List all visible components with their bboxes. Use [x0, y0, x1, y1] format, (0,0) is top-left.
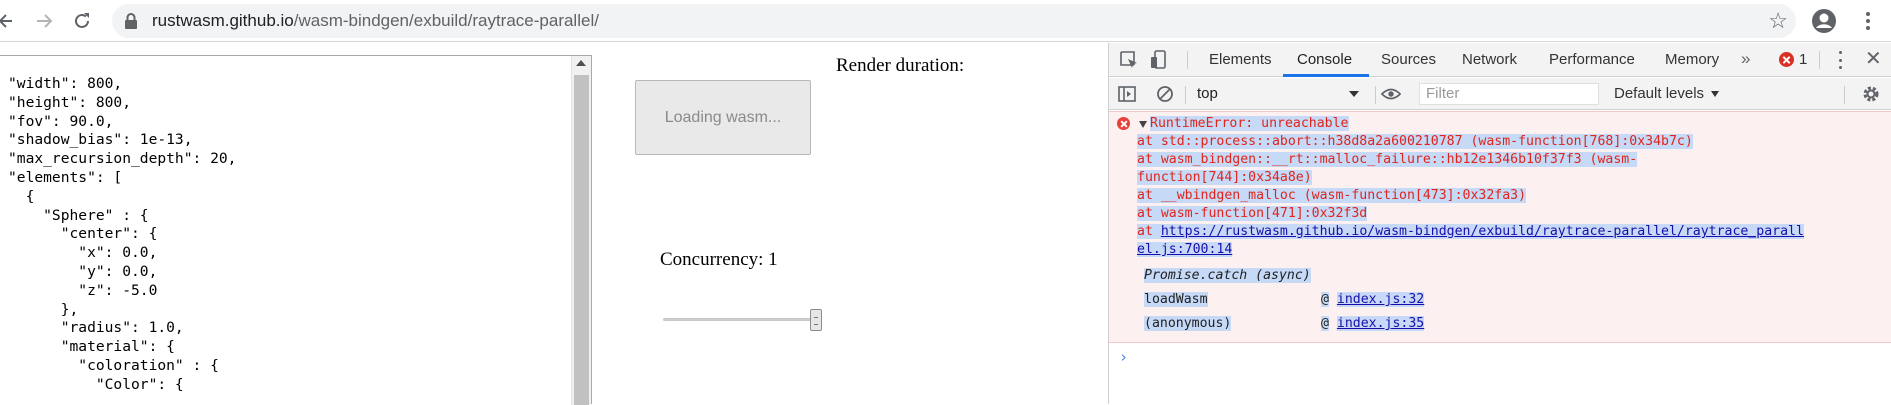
frame-fn: loadWasm [1144, 291, 1208, 309]
scroll-up-arrow-icon[interactable] [576, 60, 586, 66]
stack-line-text: at wasm-function[471]:0x32f3d [1137, 206, 1368, 221]
log-levels-dropdown[interactable]: Default levels [1614, 84, 1704, 104]
url-path: /wasm-bindgen/exbuild/raytrace-parallel/ [293, 11, 599, 30]
frame-at-text: @ [1321, 292, 1329, 307]
console-toolbar: top Filter Default levels [1109, 78, 1891, 110]
concurrency-label: Concurrency: 1 [660, 249, 778, 270]
tab-console[interactable]: Console [1297, 43, 1352, 77]
async-label: Promise.catch (async) [1144, 267, 1311, 285]
frame-source-link[interactable]: index.js:32 [1336, 292, 1425, 307]
toolbar-divider [1375, 86, 1376, 104]
slider-thumb[interactable] [810, 309, 822, 331]
stack-line-text: function[744]:0x34a8e) [1137, 170, 1312, 185]
page-content: "width": 800, "height": 800, "fov": 90.0… [0, 43, 1108, 405]
console-prompt[interactable]: › [1119, 348, 1128, 366]
devtools-menu-button[interactable] [1837, 51, 1843, 69]
stack-line-1: at std::process::abort::h38d8a2a60021078… [1137, 133, 1693, 151]
render-button[interactable]: Loading wasm... [635, 80, 811, 155]
devtools-tabbar: Elements Console Sources Network Perform… [1109, 43, 1891, 77]
console-error-message: RuntimeError: unreachable at std::proces… [1109, 111, 1891, 343]
stack-line-prefix: at [1137, 224, 1161, 239]
toolbar-divider [1844, 86, 1845, 104]
sidebar-toggle-icon[interactable] [1117, 84, 1137, 104]
context-selector[interactable]: top [1197, 84, 1369, 104]
async-label-text: Promise.catch (async) [1144, 268, 1311, 283]
forward-button[interactable] [24, 0, 64, 42]
frame-fn-text: (anonymous) [1144, 316, 1232, 331]
render-duration-label: Render duration: [836, 55, 965, 76]
frame-at-text: @ [1321, 316, 1329, 331]
tab-divider [1819, 51, 1820, 69]
error-badge-icon[interactable] [1779, 52, 1794, 67]
filter-input[interactable]: Filter [1419, 83, 1599, 105]
stack-line-text: at __wbindgen_malloc (wasm-function[473]… [1137, 188, 1527, 203]
reload-button[interactable] [62, 0, 102, 42]
more-tabs-button[interactable]: » [1741, 43, 1750, 77]
browser-toolbar: rustwasm.github.io/wasm-bindgen/exbuild/… [0, 0, 1891, 42]
devtools-panel: Elements Console Sources Network Perform… [1108, 43, 1891, 404]
chrome-menu-button[interactable] [1860, 6, 1876, 36]
error-count[interactable]: 1 [1799, 43, 1807, 77]
tab-network[interactable]: Network [1462, 43, 1517, 77]
error-title: RuntimeError: unreachable [1150, 115, 1349, 133]
slider-track [663, 318, 819, 321]
scene-config-textarea[interactable]: "width": 800, "height": 800, "fov": 90.0… [0, 55, 592, 405]
tab-memory[interactable]: Memory [1665, 43, 1719, 77]
inspect-element-icon[interactable] [1119, 50, 1139, 70]
frame-fn: (anonymous) [1144, 315, 1232, 333]
stack-line-5: at wasm-function[471]:0x32f3d [1137, 205, 1368, 223]
arrow-right-icon [37, 13, 53, 28]
active-tab-indicator [1283, 74, 1369, 77]
expand-triangle-icon[interactable] [1139, 121, 1147, 128]
device-toolbar-icon[interactable] [1149, 50, 1169, 70]
back-button[interactable] [0, 0, 14, 42]
tab-performance[interactable]: Performance [1549, 43, 1635, 77]
profile-avatar-icon[interactable] [1810, 7, 1838, 35]
gear-icon[interactable] [1861, 84, 1881, 104]
stack-line-2: at wasm_bindgen::__rt::malloc_failure::h… [1137, 151, 1638, 169]
concurrency-slider[interactable] [663, 308, 823, 332]
clear-console-icon[interactable] [1155, 84, 1175, 104]
lock-icon [125, 13, 137, 29]
frame-fn-text: loadWasm [1144, 292, 1208, 307]
scrollbar[interactable] [571, 56, 591, 405]
stack-line-4: at __wbindgen_malloc (wasm-function[473]… [1137, 187, 1527, 205]
frame-at: @ index.js:32 [1321, 291, 1425, 309]
chevron-down-icon[interactable] [1349, 91, 1359, 97]
error-title-text: RuntimeError: unreachable [1150, 116, 1349, 131]
stack-line-text: at wasm_bindgen::__rt::malloc_failure::h… [1137, 152, 1638, 167]
stack-line-7: el.js:700:14 [1137, 241, 1233, 259]
toolbar-divider [1185, 86, 1186, 104]
scene-config-text: "width": 800, "height": 800, "fov": 90.0… [8, 75, 237, 393]
tab-divider [1187, 51, 1188, 69]
frame-at: @ index.js:35 [1321, 315, 1425, 333]
url-text: rustwasm.github.io/wasm-bindgen/exbuild/… [152, 12, 599, 30]
eye-icon[interactable] [1381, 84, 1401, 104]
stack-line-3: function[744]:0x34a8e) [1137, 169, 1312, 187]
source-link[interactable]: el.js:700:14 [1137, 242, 1233, 257]
bookmark-star-icon[interactable]: ☆ [1768, 8, 1788, 34]
reload-icon [75, 12, 89, 28]
address-bar[interactable]: rustwasm.github.io/wasm-bindgen/exbuild/… [112, 4, 1796, 38]
arrow-left-icon [0, 13, 12, 28]
error-icon [1117, 117, 1130, 130]
tab-elements[interactable]: Elements [1209, 43, 1272, 77]
close-devtools-button[interactable]: ✕ [1865, 43, 1882, 77]
tab-sources[interactable]: Sources [1381, 43, 1436, 77]
chevron-down-icon[interactable] [1711, 91, 1719, 97]
stack-line-text: at std::process::abort::h38d8a2a60021078… [1137, 134, 1693, 149]
url-host: rustwasm.github.io [152, 11, 294, 30]
stack-line-6: at https://rustwasm.github.io/wasm-bindg… [1137, 223, 1804, 241]
source-link[interactable]: https://rustwasm.github.io/wasm-bindgen/… [1160, 224, 1804, 239]
scrollbar-thumb[interactable] [574, 75, 589, 405]
frame-source-link[interactable]: index.js:35 [1336, 316, 1425, 331]
